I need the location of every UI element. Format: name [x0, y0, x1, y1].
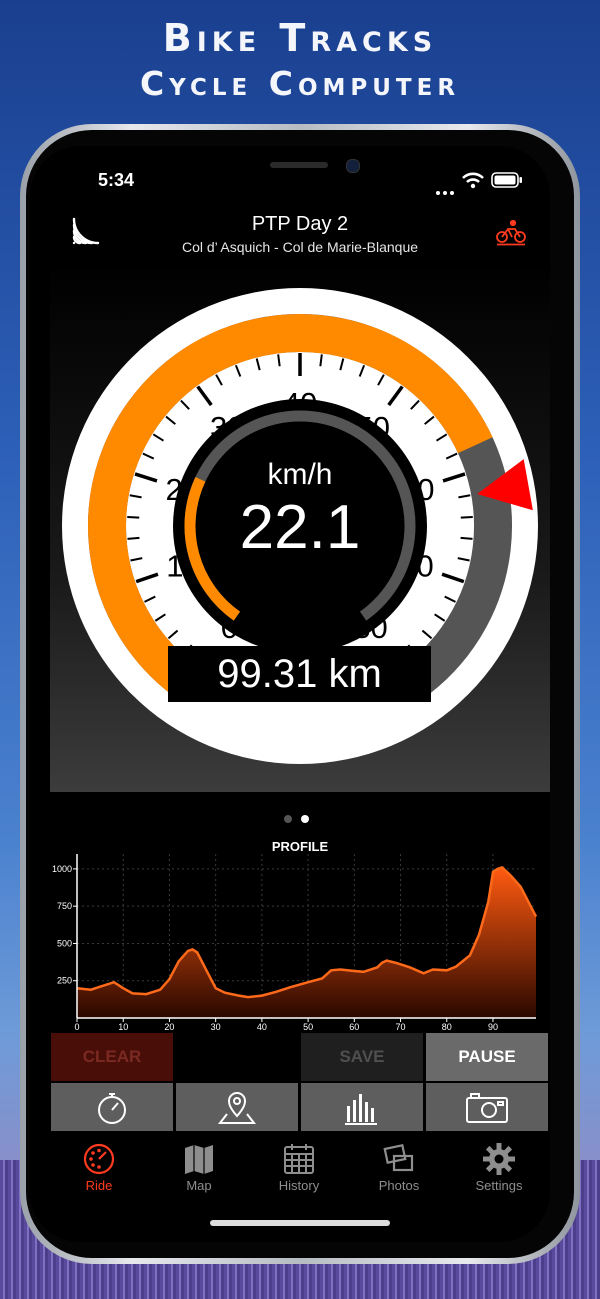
- x-tick-label: 20: [164, 1022, 174, 1032]
- y-tick-label: 250: [57, 976, 72, 986]
- tab-photos-label: Photos: [378, 1178, 420, 1193]
- current-speed: 22.1: [239, 493, 361, 562]
- page-indicator[interactable]: [284, 810, 318, 828]
- photos-icon: [383, 1143, 414, 1172]
- minor-tick: [460, 536, 473, 540]
- signal-waves-icon[interactable]: [70, 217, 102, 249]
- gear-icon: [483, 1143, 515, 1175]
- map-pin-icon: [217, 1092, 257, 1124]
- tab-history-label: History: [278, 1178, 320, 1193]
- profile-area: [77, 867, 536, 1018]
- battery-icon: [491, 172, 522, 188]
- status-time: 5:34: [98, 170, 135, 190]
- distance-readout: 99.31 km: [168, 646, 431, 702]
- cyclist-icon[interactable]: [495, 218, 527, 246]
- pause-button[interactable]: PAUSE: [426, 1033, 548, 1081]
- x-tick-label: 80: [442, 1022, 452, 1032]
- elevation-profile-chart: 0 10 20 30 40 50 60 70 80 90 250 500 750 1000: [52, 854, 538, 1032]
- status-dots: [436, 182, 457, 200]
- page-dot-2[interactable]: [301, 815, 309, 823]
- camera-tool[interactable]: [426, 1083, 548, 1131]
- x-tick-label: 40: [257, 1022, 267, 1032]
- tab-ride[interactable]: Ride: [49, 1138, 149, 1198]
- stopwatch-icon: [98, 1093, 126, 1124]
- x-tick-label: 30: [211, 1022, 221, 1032]
- minor-tick: [127, 536, 140, 540]
- bar-chart-icon: [345, 1094, 377, 1125]
- x-tick-label: 70: [396, 1022, 406, 1032]
- map-pin-tool[interactable]: [176, 1083, 298, 1131]
- tab-map[interactable]: Map: [149, 1138, 249, 1198]
- wifi-icon: [462, 172, 484, 189]
- promo-title: Bike Tracks: [162, 16, 438, 60]
- track-title: PTP Day 2: [251, 213, 349, 235]
- tab-settings-label: Settings: [475, 1178, 523, 1193]
- speed-unit: km/h: [267, 458, 333, 491]
- y-tick-label: 1000: [52, 864, 72, 874]
- minor-tick: [460, 515, 473, 519]
- page-dot-1[interactable]: [284, 815, 292, 823]
- track-subtitle: Col d’ Asquich - Col de Marie-Blanque: [181, 239, 419, 255]
- tab-photos[interactable]: Photos: [349, 1138, 449, 1198]
- x-tick-label: 90: [488, 1022, 498, 1032]
- speaker-grille: [270, 162, 328, 168]
- promo-subtitle: Cycle Computer: [139, 64, 461, 103]
- minor-tick: [127, 515, 140, 519]
- x-tick-label: 0: [74, 1022, 79, 1032]
- tab-settings[interactable]: Settings: [449, 1138, 549, 1198]
- tab-ride-label: Ride: [85, 1178, 113, 1193]
- x-tick-label: 10: [118, 1022, 128, 1032]
- front-camera: [346, 159, 360, 173]
- camera-icon: [466, 1093, 508, 1123]
- home-indicator[interactable]: [210, 1220, 390, 1226]
- calendar-icon: [284, 1144, 314, 1174]
- y-tick-label: 750: [57, 901, 72, 911]
- tab-history[interactable]: History: [249, 1138, 349, 1198]
- clear-button[interactable]: CLEAR: [51, 1033, 173, 1081]
- x-tick-label: 60: [349, 1022, 359, 1032]
- save-button[interactable]: SAVE: [301, 1033, 423, 1081]
- y-tick-label: 500: [57, 938, 72, 948]
- tab-map-label: Map: [186, 1178, 212, 1193]
- navigation-bar: PTP Day 2 Col d’ Asquich - Col de Marie-…: [50, 205, 550, 263]
- x-tick-label: 50: [303, 1022, 313, 1032]
- speedometer-icon: [83, 1143, 115, 1175]
- map-icon: [185, 1145, 213, 1174]
- stats-tool[interactable]: [301, 1083, 423, 1131]
- stopwatch-tool[interactable]: [51, 1083, 173, 1131]
